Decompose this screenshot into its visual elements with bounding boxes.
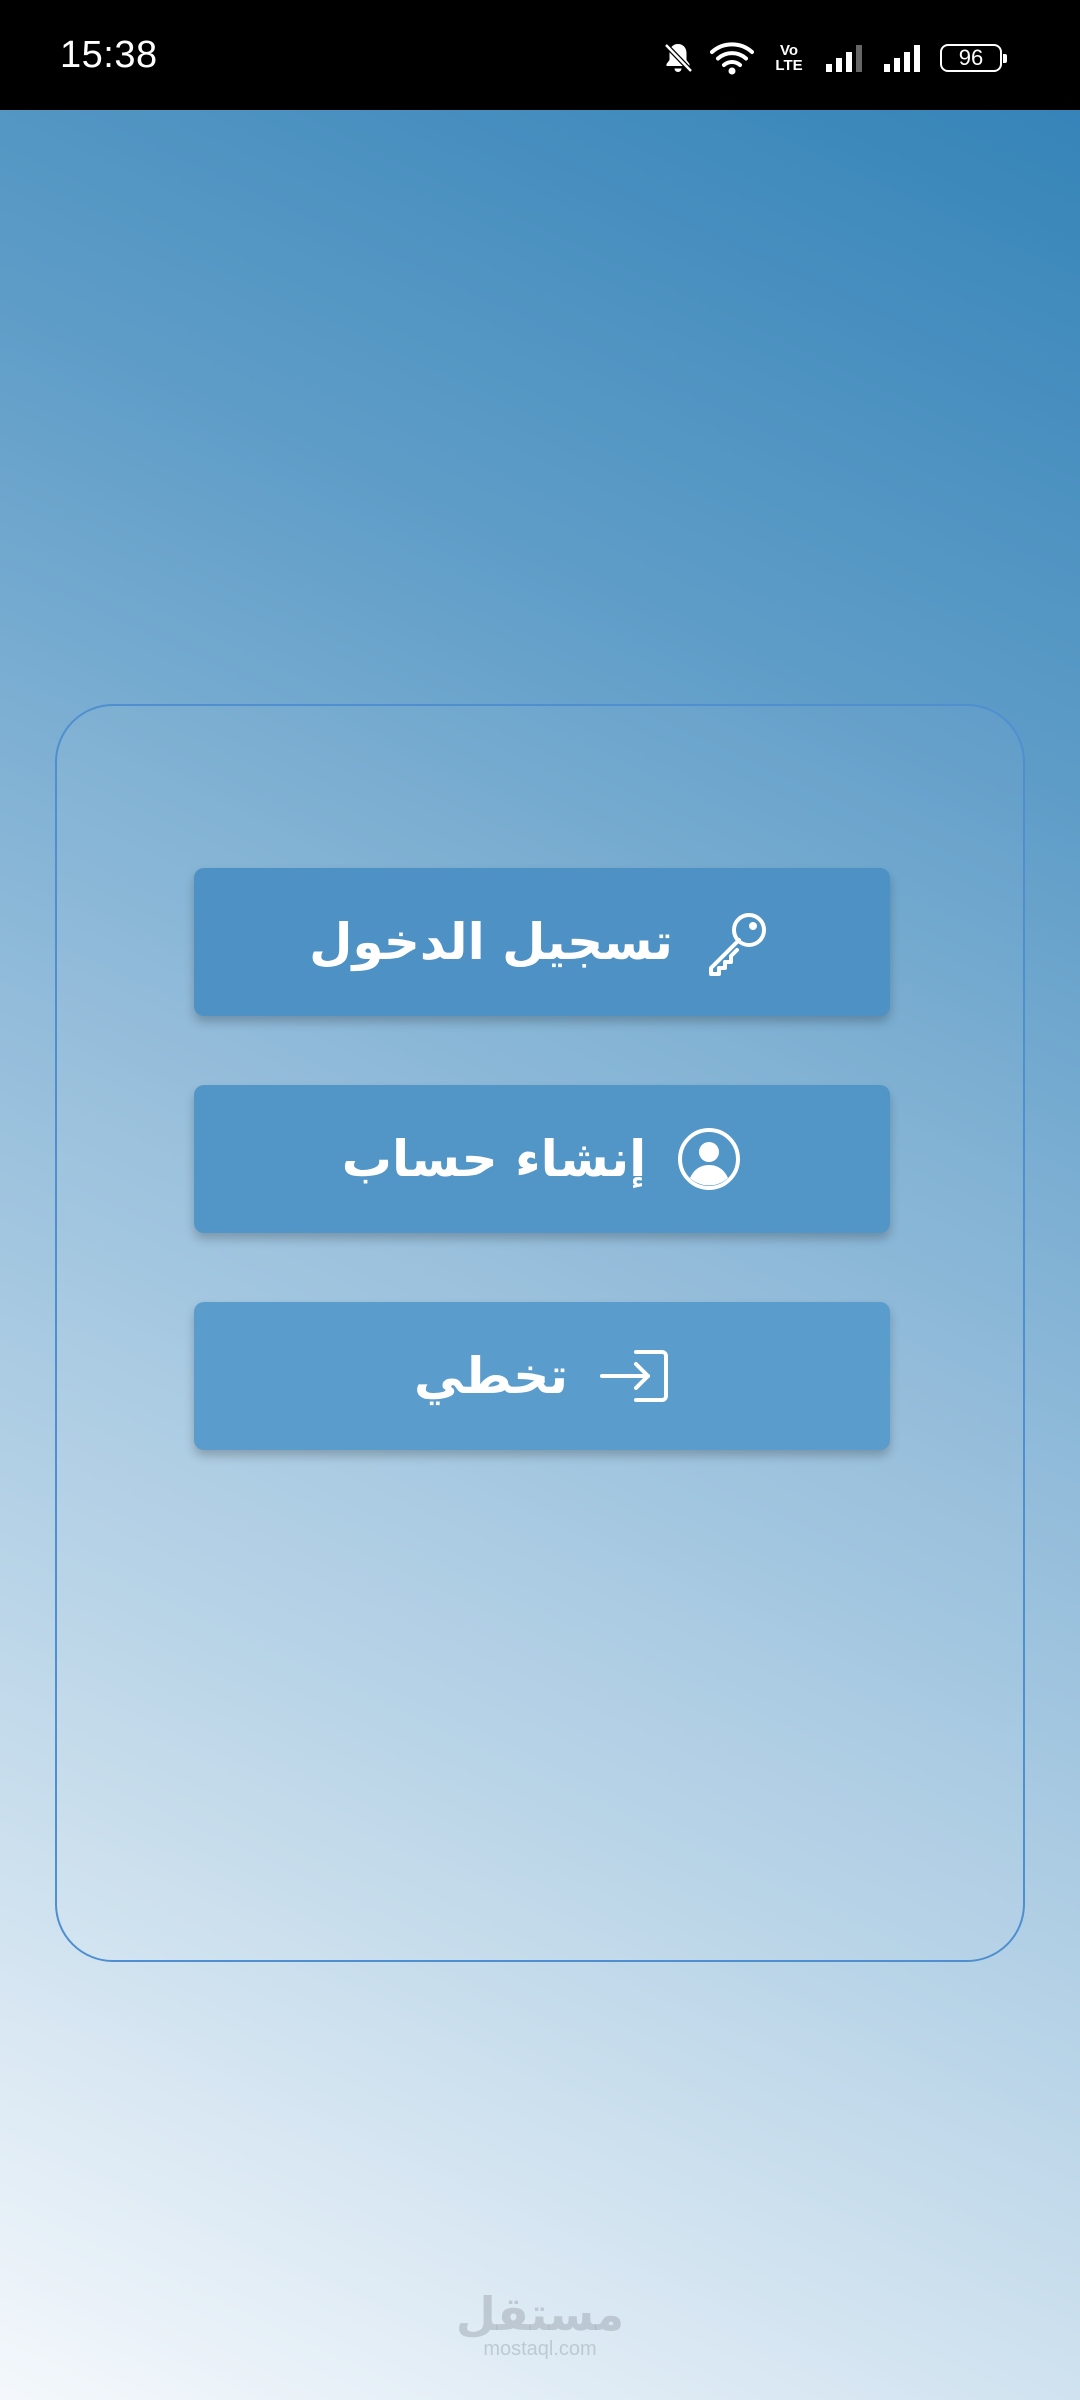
skip-label: تخطي: [413, 1347, 569, 1405]
options-card: تسجيل الدخول إنشاء حساب تخطي: [55, 704, 1025, 1962]
status-time: 15:38: [60, 34, 158, 76]
user-circle-icon: [676, 1126, 742, 1192]
login-button[interactable]: تسجيل الدخول: [194, 868, 890, 1016]
volte-icon: Vo LTE: [770, 43, 808, 73]
login-label: تسجيل الدخول: [309, 913, 673, 971]
key-icon: [703, 906, 775, 978]
watermark-logo: مستقل mostaql.com: [0, 2290, 1080, 2360]
create-account-button[interactable]: إنشاء حساب: [194, 1085, 890, 1233]
status-icons: Vo LTE 96: [662, 36, 1007, 80]
battery-level: 96: [958, 45, 984, 70]
signal-icon: [882, 42, 924, 74]
watermark-latin: mostaql.com: [483, 2338, 597, 2360]
mute-bell-icon: [662, 41, 694, 75]
volte-top: Vo: [779, 42, 799, 59]
create-account-label: إنشاء حساب: [341, 1130, 647, 1188]
skip-button[interactable]: تخطي: [194, 1302, 890, 1450]
volte-bottom: LTE: [775, 57, 803, 74]
sign-in-icon: [598, 1346, 670, 1406]
signal-icon: [824, 42, 866, 74]
watermark-arabic: مستقل: [455, 2287, 625, 2341]
status-bar: 15:38 Vo LTE 96: [0, 0, 1080, 110]
battery-icon: 96: [940, 44, 1007, 72]
wifi-icon: [710, 40, 754, 76]
